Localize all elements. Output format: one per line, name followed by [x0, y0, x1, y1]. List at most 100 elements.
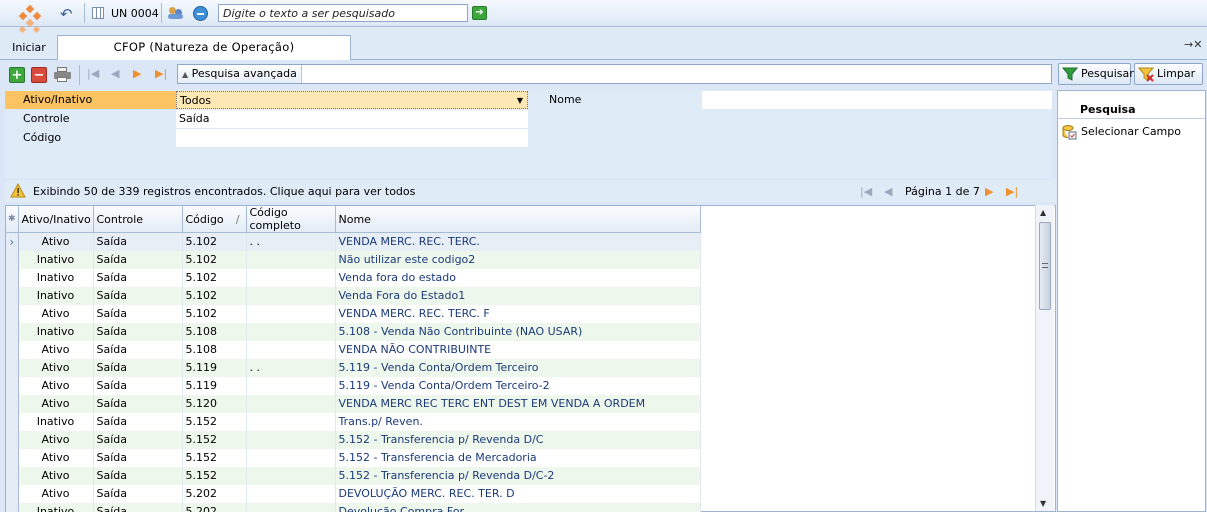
cell-codigo[interactable]: 5.152 — [182, 448, 247, 467]
table-row[interactable]: Inativo Saída 5.152 Trans.p/ Reven. — [6, 412, 701, 431]
cell-ativo-inativo[interactable]: Ativo — [18, 430, 94, 449]
vertical-scrollbar[interactable]: ▲ ▼ — [1035, 205, 1054, 511]
cell-nome[interactable]: VENDA NÃO CONTRIBUINTE — [335, 340, 701, 359]
cell-controle[interactable]: Saída — [93, 340, 183, 359]
cell-ativo-inativo[interactable]: Inativo — [18, 268, 94, 287]
table-row[interactable]: Ativo Saída 5.120 VENDA MERC REC TERC ENT D… — [6, 394, 701, 413]
last-page-icon[interactable]: ▶| — [1006, 185, 1018, 198]
cell-controle[interactable]: Saída — [93, 304, 183, 323]
app-logo-icon[interactable] — [14, 4, 46, 36]
cell-codigo-completo[interactable] — [246, 304, 336, 323]
cell-controle[interactable]: Saída — [93, 250, 183, 269]
cell-codigo-completo[interactable] — [246, 268, 336, 287]
table-row[interactable]: Inativo Saída 5.202 Devolução Compra For — [6, 502, 701, 512]
row-selector[interactable] — [6, 394, 19, 413]
cell-ativo-inativo[interactable]: Ativo — [18, 484, 94, 503]
table-row[interactable]: Ativo Saída 5.202 DEVOLUÇÃO MERC. REC. TER.… — [6, 484, 701, 503]
row-selector[interactable] — [6, 376, 19, 395]
cell-ativo-inativo[interactable]: Inativo — [18, 250, 94, 269]
row-selector[interactable] — [6, 322, 19, 341]
cell-ativo-inativo[interactable]: Inativo — [18, 412, 94, 431]
cell-nome[interactable]: 5.152 - Transferencia p/ Revenda D/C — [335, 430, 701, 449]
cell-codigo-completo[interactable] — [246, 448, 336, 467]
next-page-icon[interactable]: ▶ — [985, 185, 993, 198]
cell-nome[interactable]: 5.119 - Venda Conta/Ordem Terceiro-2 — [335, 376, 701, 395]
cell-ativo-inativo[interactable]: Ativo — [18, 358, 94, 377]
advanced-search-bar[interactable]: ▲ Pesquisa avançada — [177, 64, 1052, 84]
first-record-icon[interactable]: |◀ — [87, 67, 99, 80]
codigo-field[interactable] — [176, 129, 528, 147]
table-row[interactable]: Inativo Saída 5.108 5.108 - Venda Não Contr… — [6, 322, 701, 341]
cell-codigo[interactable]: 5.108 — [182, 322, 247, 341]
cell-controle[interactable]: Saída — [93, 358, 183, 377]
add-icon[interactable]: + — [9, 67, 25, 83]
row-selector[interactable] — [6, 466, 19, 485]
cell-nome[interactable]: DEVOLUÇÃO MERC. REC. TER. D — [335, 484, 701, 503]
cell-codigo-completo[interactable] — [246, 340, 336, 359]
go-arrow-icon[interactable]: ➔ — [472, 6, 487, 20]
table-row[interactable]: Inativo Saída 5.102 Venda fora do estado — [6, 268, 701, 287]
advanced-search-toggle[interactable]: ▲ Pesquisa avançada — [178, 65, 302, 83]
cell-codigo[interactable]: 5.102 — [182, 286, 247, 305]
cell-codigo-completo[interactable] — [246, 466, 336, 485]
cell-nome[interactable]: VENDA MERC. REC. TERC. — [335, 232, 701, 251]
controle-field[interactable]: Saída — [176, 110, 528, 128]
row-selector-header-icon[interactable]: ✱ — [6, 206, 19, 233]
row-selector[interactable] — [6, 268, 19, 287]
cell-codigo[interactable]: 5.102 — [182, 268, 247, 287]
cell-codigo[interactable]: 5.102 — [182, 232, 247, 251]
table-row[interactable]: Ativo Saída 5.152 5.152 - Transferencia de … — [6, 448, 701, 467]
cell-codigo-completo[interactable] — [246, 376, 336, 395]
minimize-icon[interactable] — [193, 6, 208, 21]
cell-ativo-inativo[interactable]: Ativo — [18, 466, 94, 485]
cell-nome[interactable]: Não utilizar este codigo2 — [335, 250, 701, 269]
table-row[interactable]: Ativo Saída 5.119 5.119 - Venda Conta/Ordem… — [6, 376, 701, 395]
cell-ativo-inativo[interactable]: Ativo — [18, 394, 94, 413]
cell-controle[interactable]: Saída — [93, 484, 183, 503]
cell-nome[interactable]: 5.119 - Venda Conta/Ordem Terceiro — [335, 358, 701, 377]
table-row[interactable]: Inativo Saída 5.102 Não utilizar este codig… — [6, 250, 701, 269]
cell-codigo-completo[interactable] — [246, 484, 336, 503]
cell-ativo-inativo[interactable]: Inativo — [18, 502, 94, 512]
cell-ativo-inativo[interactable]: Ativo — [18, 232, 94, 251]
previous-record-icon[interactable]: ◀ — [111, 67, 119, 80]
row-selector[interactable] — [6, 448, 19, 467]
cell-codigo-completo[interactable] — [246, 412, 336, 431]
cell-nome[interactable]: 5.152 - Transferencia de Mercadoria — [335, 448, 701, 467]
cell-codigo[interactable]: 5.108 — [182, 340, 247, 359]
tab-cfop[interactable]: CFOP (Natureza de Operação) — [57, 35, 351, 60]
previous-page-icon[interactable]: ◀ — [884, 185, 892, 198]
users-icon[interactable] — [168, 6, 184, 20]
scroll-up-icon[interactable]: ▲ — [1040, 208, 1046, 217]
row-selector[interactable] — [6, 430, 19, 449]
row-selector[interactable] — [6, 502, 19, 512]
remove-icon[interactable]: − — [31, 67, 47, 83]
cell-codigo[interactable]: 5.102 — [182, 250, 247, 269]
column-header[interactable]: Controle — [93, 206, 183, 233]
cell-ativo-inativo[interactable]: Inativo — [18, 286, 94, 305]
table-row[interactable]: Inativo Saída 5.102 Venda Fora do Estado1 — [6, 286, 701, 305]
cell-codigo[interactable]: 5.202 — [182, 484, 247, 503]
row-selector[interactable] — [6, 412, 19, 431]
scroll-thumb[interactable] — [1039, 222, 1051, 310]
cell-controle[interactable]: Saída — [93, 448, 183, 467]
row-selector[interactable] — [6, 250, 19, 269]
cell-codigo[interactable]: 5.119 — [182, 376, 247, 395]
cell-nome[interactable]: VENDA MERC. REC. TERC. F — [335, 304, 701, 323]
global-search-input[interactable]: Digite o texto a ser pesquisado — [218, 4, 468, 22]
cell-codigo[interactable]: 5.152 — [182, 430, 247, 449]
row-selector[interactable] — [6, 484, 19, 503]
nome-field[interactable] — [702, 91, 1052, 109]
cell-nome[interactable]: Venda fora do estado — [335, 268, 701, 287]
cell-controle[interactable]: Saída — [93, 322, 183, 341]
row-selector[interactable] — [6, 286, 19, 305]
pesquisar-button[interactable]: Pesquisar — [1058, 63, 1134, 85]
table-row[interactable]: › Ativo Saída 5.102. . VENDA MERC. REC. TERC… — [6, 232, 701, 251]
next-record-icon[interactable]: ▶ — [133, 67, 141, 80]
cell-codigo-completo[interactable]: . . — [246, 358, 336, 377]
calendar-icon[interactable] — [92, 7, 104, 19]
cell-nome[interactable]: Venda Fora do Estado1 — [335, 286, 701, 305]
table-row[interactable]: Ativo Saída 5.108 VENDA NÃO CONTRIBUINTE — [6, 340, 701, 359]
first-page-icon[interactable]: |◀ — [860, 185, 872, 198]
cell-controle[interactable]: Saída — [93, 268, 183, 287]
